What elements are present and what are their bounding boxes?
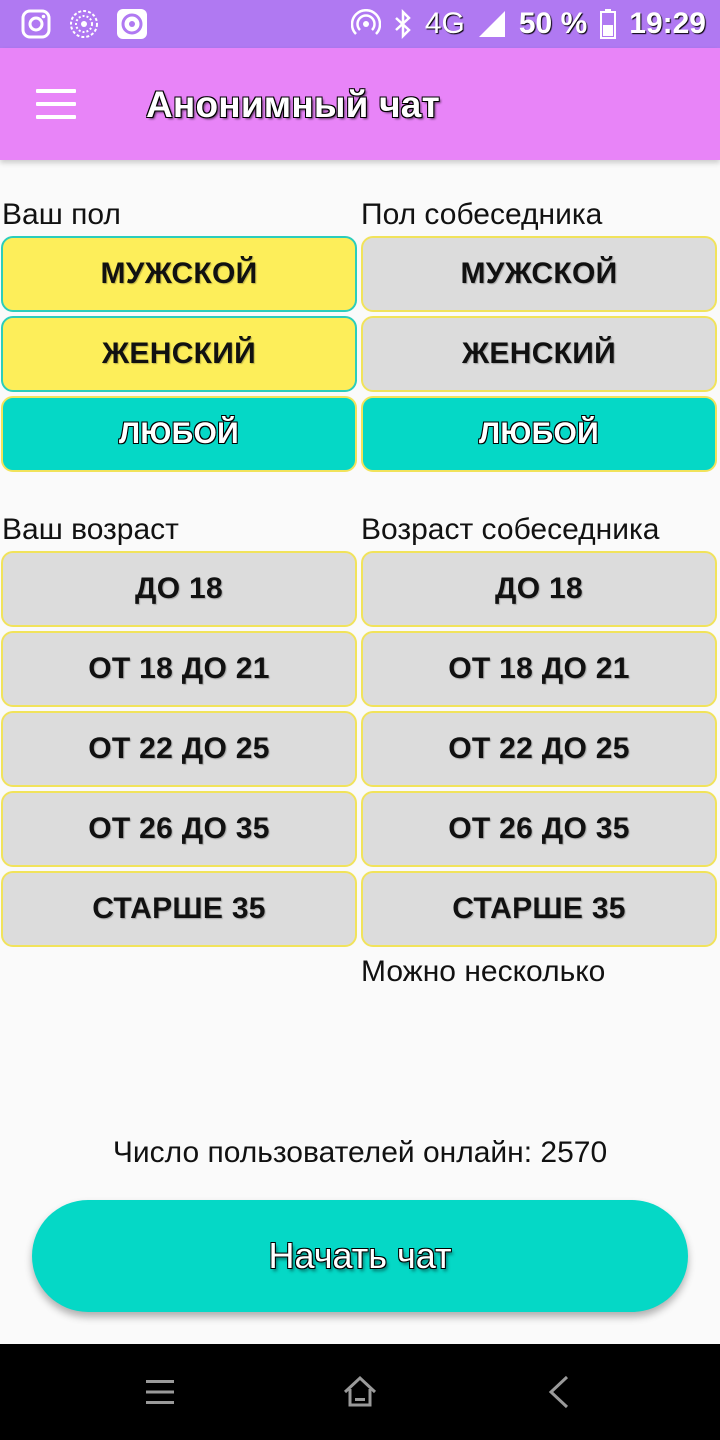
clock: 19:29 (629, 7, 706, 40)
partner-age-over-35-button[interactable]: СТАРШЕ 35 (361, 871, 717, 947)
music-app-icon (117, 9, 147, 39)
status-right: 4G 50 % 19:29 (350, 0, 706, 48)
battery-percent: 50 % (518, 7, 588, 40)
home-icon[interactable] (340, 1372, 380, 1412)
partner-age-22-25-button[interactable]: ОТ 22 ДО 25 (361, 711, 717, 787)
partner-gender-label: Пол собеседника (361, 198, 603, 231)
system-nav-bar (0, 1344, 720, 1440)
own-gender-any-button[interactable]: ЛЮБОЙ (1, 396, 357, 472)
back-icon[interactable] (540, 1372, 580, 1412)
own-age-18-21-button[interactable]: ОТ 18 ДО 21 (1, 631, 357, 707)
own-gender-male-button[interactable]: МУЖСКОЙ (1, 236, 357, 312)
own-age-26-35-button[interactable]: ОТ 26 ДО 35 (1, 791, 357, 867)
flower-icon (70, 10, 98, 38)
network-type: 4G (424, 7, 465, 40)
signal-icon (478, 11, 505, 37)
multi-select-hint: Можно несколько (361, 955, 606, 988)
own-age-label: Ваш возраст (2, 513, 179, 546)
app-title: Анонимный чат (146, 84, 440, 125)
own-age-22-25-button[interactable]: ОТ 22 ДО 25 (1, 711, 357, 787)
partner-gender-any-button[interactable]: ЛЮБОЙ (361, 396, 717, 472)
bluetooth-icon (394, 9, 411, 39)
start-chat-button[interactable]: Начать чат (32, 1200, 688, 1312)
hotspot-icon (350, 9, 381, 35)
notification-icons (20, 8, 148, 40)
partner-age-label: Возраст собеседника (361, 513, 660, 546)
partner-gender-male-button[interactable]: МУЖСКОЙ (361, 236, 717, 312)
own-gender-female-button[interactable]: ЖЕНСКИЙ (1, 316, 357, 392)
app-bar: Анонимный чат (0, 48, 720, 160)
partner-age-26-35-button[interactable]: ОТ 26 ДО 35 (361, 791, 717, 867)
partner-gender-female-button[interactable]: ЖЕНСКИЙ (361, 316, 717, 392)
own-gender-label: Ваш пол (2, 198, 121, 231)
online-users-count: Число пользователей онлайн: 2570 (112, 1136, 608, 1169)
own-age-under-18-button[interactable]: ДО 18 (1, 551, 357, 627)
partner-age-18-21-button[interactable]: ОТ 18 ДО 21 (361, 631, 717, 707)
instagram-icon (21, 9, 51, 39)
hamburger-menu-icon[interactable] (30, 84, 82, 124)
partner-age-under-18-button[interactable]: ДО 18 (361, 551, 717, 627)
status-bar: 4G 50 % 19:29 (0, 0, 720, 48)
battery-icon (600, 9, 617, 39)
menu-lines-icon[interactable] (140, 1372, 180, 1412)
own-age-over-35-button[interactable]: СТАРШЕ 35 (1, 871, 357, 947)
